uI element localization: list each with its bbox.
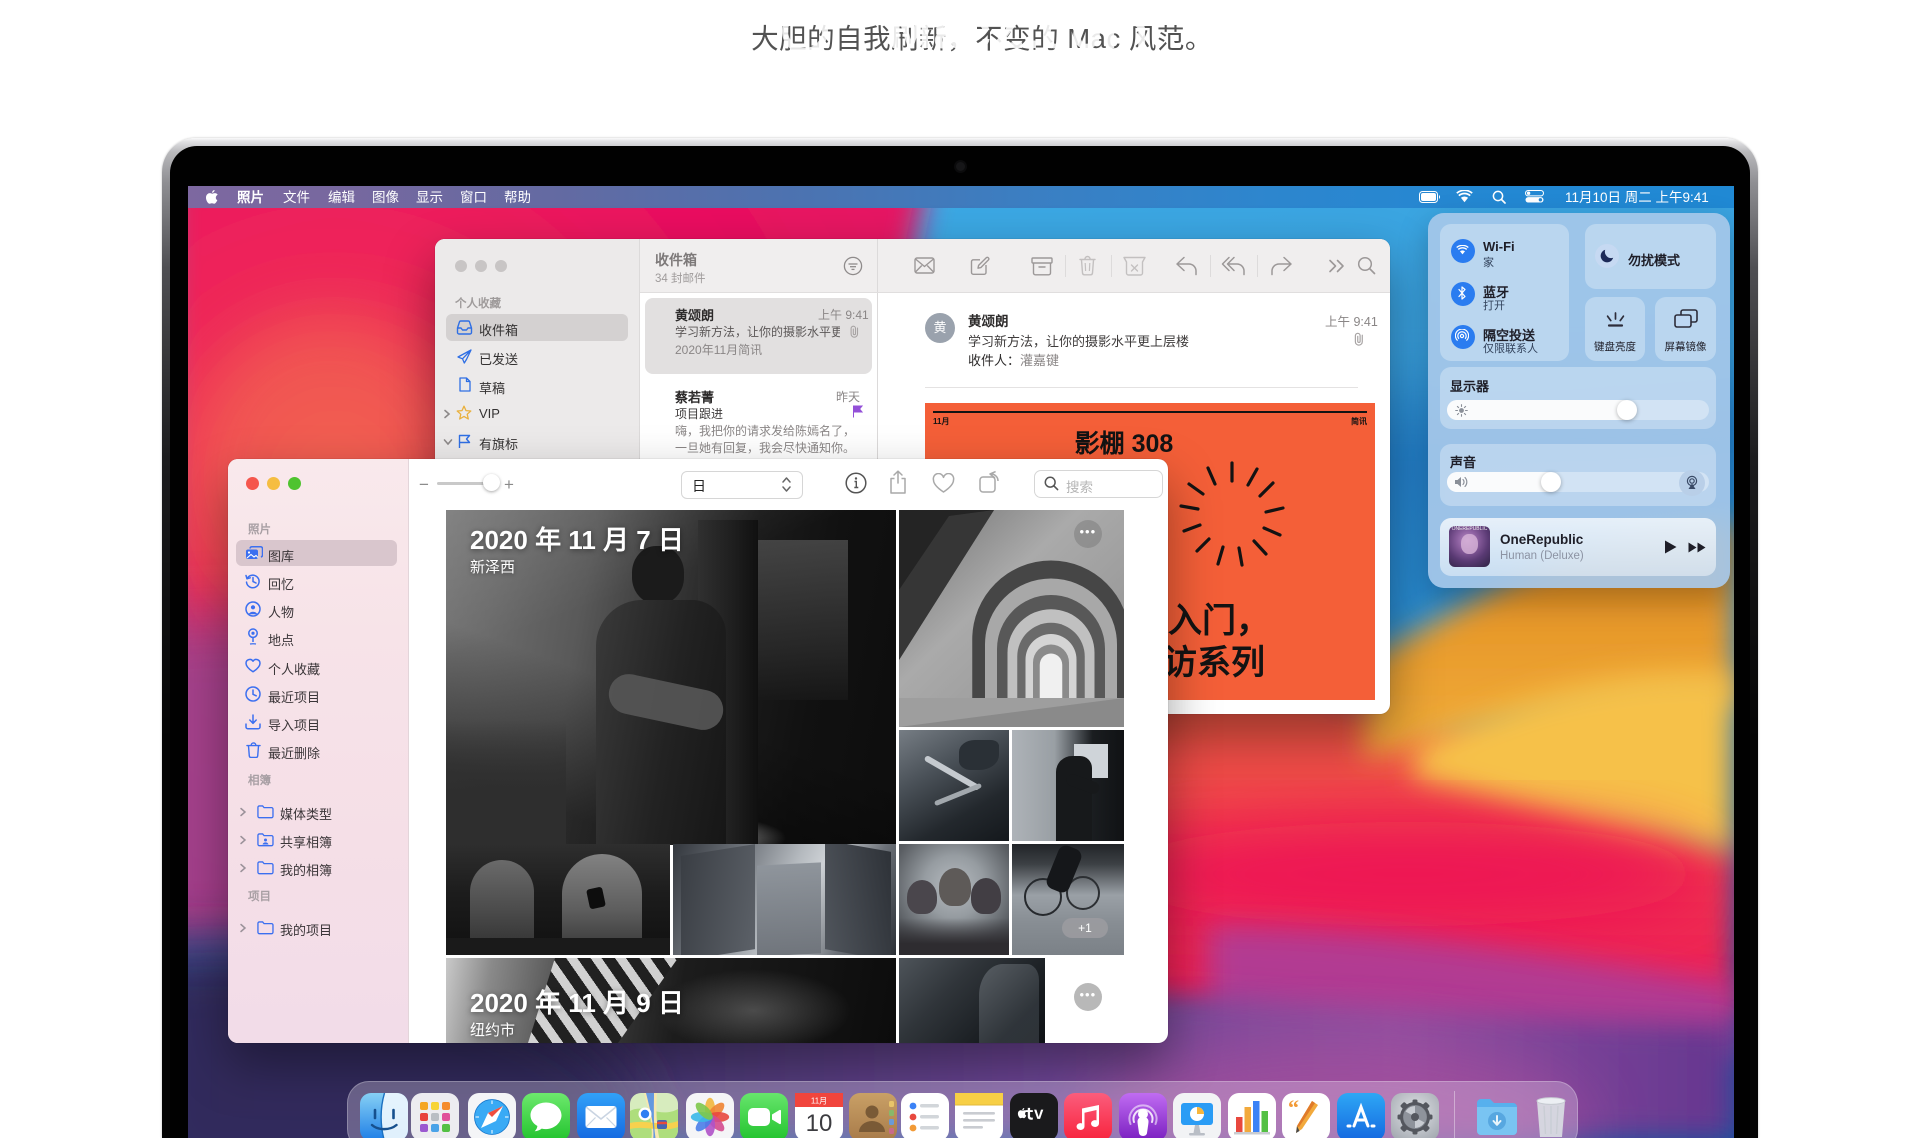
svg-text:11月: 11月	[811, 1097, 827, 1106]
svg-text:10: 10	[806, 1110, 833, 1137]
svg-text:“: “	[1288, 1095, 1299, 1120]
